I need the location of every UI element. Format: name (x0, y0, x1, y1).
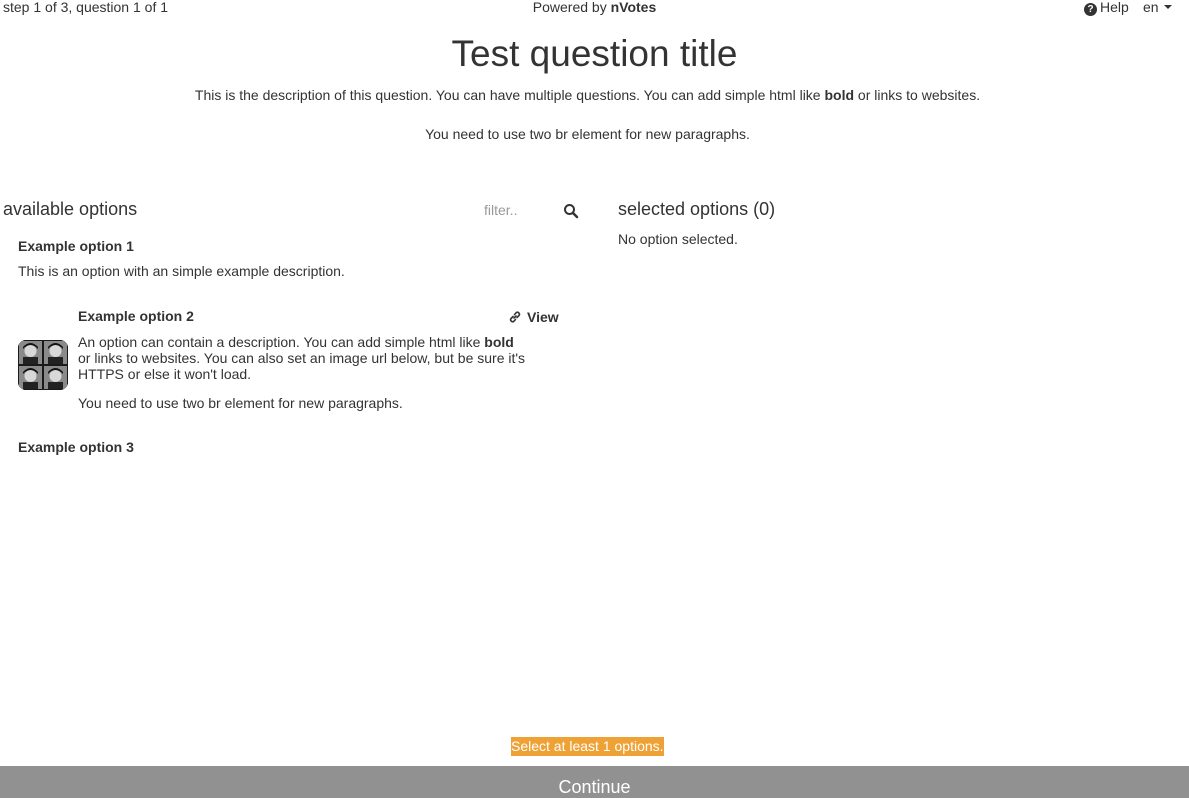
search-icon[interactable] (563, 203, 579, 219)
option-2-description-text: An option can contain a description. You… (78, 334, 485, 350)
question-description-paragraph: You need to use two br element for new p… (425, 126, 750, 142)
filter-input[interactable] (478, 200, 566, 220)
view-label: View (527, 309, 559, 325)
help-label: Help (1100, 0, 1129, 15)
question-description-bold: bold (824, 87, 855, 103)
powered-by-label: Powered by (532, 0, 607, 15)
option-2-description-bold: bold (484, 334, 514, 350)
top-bar: step 1 of 3, question 1 of 1 Powered by … (0, 0, 1189, 18)
caret-down-icon (1163, 5, 1172, 9)
continue-button[interactable]: Continue (0, 766, 1189, 798)
option-3-title[interactable]: Example option 3 (18, 439, 134, 455)
powered-by: Powered by nVotes (0, 0, 1189, 15)
no-selection-message: No option selected. (618, 231, 738, 247)
question-title: Test question title (451, 33, 738, 74)
view-link[interactable]: View (508, 309, 559, 325)
option-2-description-text-end: or links to websites. You can also set a… (78, 350, 526, 382)
question-description: This is the description of this question… (0, 87, 1175, 103)
question-description-text-end: or links to websites. (854, 87, 981, 103)
available-options-heading: available options (3, 199, 138, 219)
option-2-description-paragraph: You need to use two br element for new p… (78, 395, 403, 411)
link-icon (509, 311, 521, 323)
option-1-description: This is an option with an simple example… (18, 263, 345, 279)
language-label: en (1143, 0, 1159, 15)
help-link[interactable]: ? Help (1084, 0, 1129, 16)
voting-page: step 1 of 3, question 1 of 1 Powered by … (0, 0, 1189, 798)
brand-link[interactable]: nVotes (611, 0, 657, 15)
option-2-image (18, 340, 68, 390)
selected-options-heading: selected options (0) (618, 199, 776, 219)
option-2-title[interactable]: Example option 2 (78, 308, 194, 324)
question-circle-icon: ? (1084, 3, 1097, 16)
validation-warning: Select at least 1 options. (511, 737, 664, 756)
question-description-text: This is the description of this question… (194, 87, 825, 103)
language-dropdown[interactable]: en (1143, 0, 1172, 15)
option-1-title[interactable]: Example option 1 (18, 238, 134, 254)
option-2-description: An option can contain a description. You… (78, 334, 528, 382)
